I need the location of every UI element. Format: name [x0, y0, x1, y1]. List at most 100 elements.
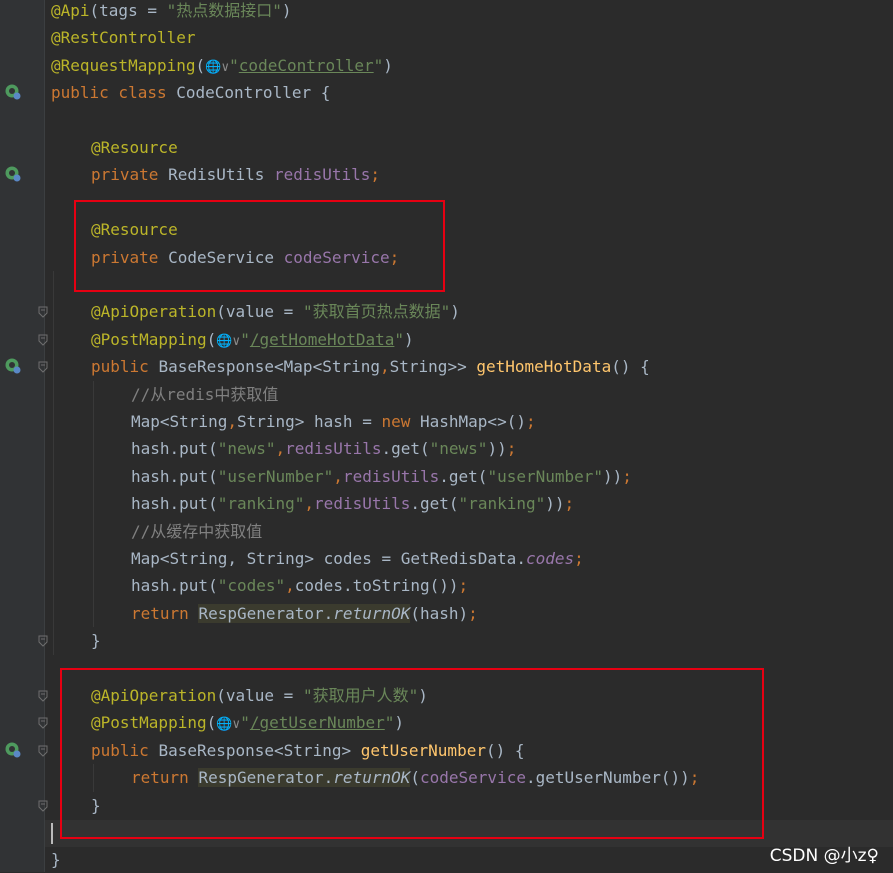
highlight-box-get-user-number: [60, 668, 764, 839]
code-token: (: [206, 329, 217, 349]
code-token: ,: [275, 439, 286, 459]
code-token: @RestController: [51, 28, 196, 48]
code-line[interactable]: Map<String, String> codes = GetRedisData…: [131, 545, 584, 572]
code-token: "ranking": [458, 494, 546, 514]
code-token: () {: [611, 357, 650, 377]
code-line[interactable]: return RespGenerator.returnOK(hash);: [131, 600, 478, 627]
code-token: HashMap<>(): [420, 412, 526, 431]
globe-icon[interactable]: 🌐∨: [216, 334, 240, 349]
code-token: BaseResponse<Map<String: [158, 357, 380, 377]
code-line[interactable]: @Api(tags = "热点数据接口"): [51, 0, 292, 24]
code-token[interactable]: /getHomeHotData: [250, 330, 395, 349]
code-token: ): [450, 302, 460, 322]
code-token: public class: [51, 83, 177, 103]
code-token: ): [383, 55, 393, 75]
code-line[interactable]: public BaseResponse<Map<String,String>> …: [91, 353, 650, 380]
code-line[interactable]: @RequestMapping(🌐∨"codeController"): [51, 52, 393, 79]
code-token: "热点数据接口": [166, 1, 282, 20]
fold-marker-icon[interactable]: [37, 799, 49, 813]
code-token: .get(: [381, 439, 430, 459]
code-token: returnOK: [333, 603, 411, 623]
code-line[interactable]: private RedisUtils redisUtils;: [91, 161, 380, 188]
code-line[interactable]: Map<String,String> hash = new HashMap<>(…: [131, 408, 536, 435]
code-line[interactable]: hash.put("news",redisUtils.get("news"));: [131, 435, 516, 462]
code-token: @ApiOperation: [91, 302, 217, 322]
code-token: hash.put(: [131, 576, 218, 596]
code-line[interactable]: @ApiOperation(value = "获取首页热点数据"): [91, 298, 460, 325]
fold-marker-icon[interactable]: [37, 689, 49, 703]
code-token: (value =: [216, 302, 303, 322]
code-token: ": [373, 55, 384, 75]
code-token: redisUtils: [342, 466, 440, 486]
code-token: @RequestMapping: [51, 55, 196, 75]
code-token: }: [51, 850, 61, 870]
code-token: //从redis中获取值: [131, 384, 279, 404]
code-token: ,: [285, 576, 295, 596]
code-token: ;: [468, 603, 478, 623]
code-token: ,: [333, 466, 343, 486]
code-token: hash.put(: [131, 439, 218, 459]
code-token: getHomeHotData: [476, 357, 612, 377]
spring-bean-icon[interactable]: [4, 741, 22, 759]
code-token: @PostMapping: [91, 329, 207, 349]
spring-bean-icon[interactable]: [4, 165, 22, 183]
code-token: ": [229, 55, 239, 75]
code-token: }: [91, 631, 101, 651]
code-token: "获取首页热点数据": [302, 302, 451, 322]
code-token: "userNumber": [487, 466, 604, 486]
code-line[interactable]: }: [91, 627, 101, 654]
indent-guide: [93, 380, 94, 628]
fold-marker-icon[interactable]: [37, 716, 49, 730]
code-token: ": [394, 329, 405, 349]
code-token: "news": [217, 439, 276, 459]
code-token: //从缓存中获取值: [131, 521, 263, 541]
code-line[interactable]: @RestController: [51, 24, 196, 51]
code-token: ,: [304, 494, 315, 514]
code-token: RedisUtils: [168, 165, 275, 185]
code-token: @Api: [51, 1, 90, 20]
code-token: return: [131, 603, 199, 623]
code-token: "codes": [217, 576, 286, 596]
fold-marker-icon[interactable]: [37, 333, 49, 347]
code-token: public: [91, 357, 159, 377]
code-token: ;: [622, 466, 632, 486]
fold-marker-icon[interactable]: [37, 744, 49, 758]
code-token: @Resource: [91, 138, 178, 157]
code-token: "userNumber": [217, 466, 334, 486]
watermark: CSDN @小z♀: [769, 846, 879, 866]
code-token: ;: [370, 165, 380, 185]
code-token: String>>: [389, 357, 477, 377]
code-token: .get(: [410, 494, 459, 514]
code-token: Map<String, String> codes = GetRedisData…: [131, 549, 526, 568]
code-line[interactable]: @Resource: [91, 134, 178, 161]
code-line[interactable]: public class CodeController {: [51, 79, 330, 106]
code-line[interactable]: //从缓存中获取值: [131, 518, 262, 545]
fold-marker-icon[interactable]: [37, 305, 49, 319]
code-token: redisUtils: [285, 439, 382, 459]
code-token: ;: [458, 576, 469, 596]
code-token: ;: [506, 439, 517, 459]
code-line[interactable]: hash.put("ranking",redisUtils.get("ranki…: [131, 490, 574, 517]
code-line[interactable]: //从redis中获取值: [131, 381, 278, 408]
code-token: hash.put(: [131, 494, 218, 514]
globe-icon[interactable]: 🌐∨: [205, 60, 229, 75]
code-line[interactable]: }: [51, 846, 61, 873]
code-token: Map<String: [131, 412, 228, 431]
code-token: CodeController {: [176, 83, 331, 103]
fold-marker-icon[interactable]: [37, 360, 49, 374]
spring-bean-icon[interactable]: [4, 357, 22, 375]
code-token: private: [91, 165, 169, 185]
code-token: "ranking": [217, 494, 305, 514]
code-token: ,: [380, 357, 390, 377]
code-token: codes: [525, 549, 575, 568]
code-token: )): [487, 439, 507, 459]
code-line[interactable]: hash.put("codes",codes.toString());: [131, 572, 468, 599]
fold-marker-icon[interactable]: [37, 634, 49, 648]
indent-guide: [53, 271, 54, 655]
code-token: ): [281, 1, 292, 20]
code-line[interactable]: @PostMapping(🌐∨"/getHomeHotData"): [91, 326, 414, 353]
spring-bean-icon[interactable]: [4, 83, 22, 101]
code-line[interactable]: hash.put("userNumber",redisUtils.get("us…: [131, 463, 632, 490]
code-token[interactable]: codeController: [239, 56, 374, 75]
code-token: ): [404, 329, 414, 349]
